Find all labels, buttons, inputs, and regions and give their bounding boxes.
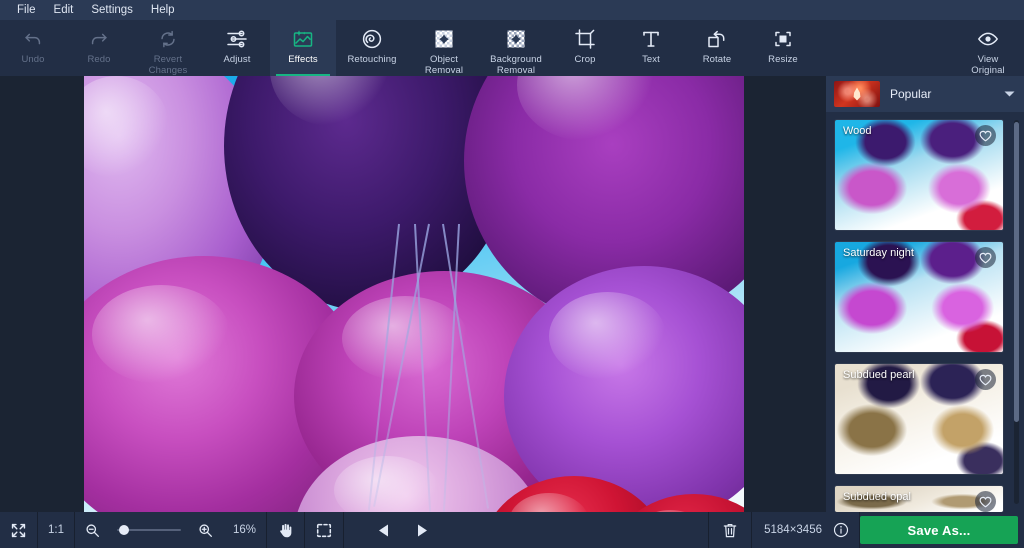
- tool-retouching[interactable]: Retouching: [336, 20, 408, 76]
- marquee-select-icon: [315, 521, 333, 539]
- preset-label: Wood: [843, 125, 872, 137]
- rotate-icon: [705, 26, 729, 52]
- zoom-out-button[interactable]: [75, 512, 110, 548]
- preset-label: Subdued pearl: [843, 369, 915, 381]
- effects-preset-list[interactable]: Wood Saturday night Subdued pearl Subdue…: [826, 112, 1024, 512]
- tool-adjust[interactable]: Adjust: [204, 20, 270, 76]
- hand-pan-icon: [277, 522, 294, 539]
- menu-help[interactable]: Help: [142, 0, 184, 20]
- revert-circular-arrows-icon: [157, 26, 179, 52]
- image-dimensions-label: 5184×3456: [764, 524, 822, 536]
- tool-adjust-label: Adjust: [223, 54, 251, 65]
- trash-icon: [722, 522, 738, 539]
- preset-card[interactable]: Subdued pearl: [835, 364, 1003, 474]
- revert-changes-button[interactable]: Revert Changes: [132, 20, 204, 76]
- menu-file[interactable]: File: [8, 0, 45, 20]
- revert-changes-label: Revert Changes: [148, 54, 188, 76]
- view-original-label: View Original: [971, 54, 1005, 76]
- retouching-face-icon: [360, 26, 384, 52]
- tool-background-removal-label: Background Removal: [490, 54, 542, 76]
- text-t-icon: [639, 26, 663, 52]
- edited-photo[interactable]: [84, 76, 744, 512]
- next-triangle-icon: [417, 524, 428, 537]
- tool-background-removal[interactable]: Background Removal: [480, 20, 552, 76]
- preset-card[interactable]: Subdued opal: [835, 486, 1003, 512]
- tool-retouching-label: Retouching: [347, 54, 397, 65]
- effects-panel: Popular Wood Saturday night Subdued pear…: [826, 76, 1024, 512]
- effects-panel-scrollbar[interactable]: [1014, 120, 1019, 504]
- status-bar: 1:1 16% 5184×3456 Save As...: [0, 512, 1024, 548]
- zoom-in-icon: [198, 523, 213, 538]
- flame-thumbnail: [834, 81, 880, 107]
- redo-button[interactable]: Redo: [66, 20, 132, 76]
- effects-category-selector[interactable]: Popular: [826, 76, 1024, 112]
- heart-outline-icon[interactable]: [975, 125, 996, 146]
- zoom-slider-handle[interactable]: [119, 525, 129, 535]
- tool-text[interactable]: Text: [618, 20, 684, 76]
- zoom-out-icon: [85, 523, 100, 538]
- background-removal-icon: [504, 26, 528, 52]
- previous-image-button[interactable]: [344, 512, 403, 548]
- tool-object-removal-label: Object Removal: [424, 54, 464, 76]
- info-circle-icon: [833, 522, 849, 538]
- view-original-button[interactable]: View Original: [952, 20, 1024, 76]
- heart-outline-icon[interactable]: [975, 491, 996, 512]
- heart-outline-icon[interactable]: [975, 247, 996, 268]
- save-as-button[interactable]: Save As...: [860, 516, 1018, 544]
- tool-crop[interactable]: Crop: [552, 20, 618, 76]
- previous-triangle-icon: [378, 524, 389, 537]
- next-image-button[interactable]: [403, 512, 442, 548]
- preset-card[interactable]: Wood: [835, 120, 1003, 230]
- zoom-slider[interactable]: [117, 525, 181, 535]
- menu-edit[interactable]: Edit: [45, 0, 83, 20]
- image-info-button[interactable]: [830, 512, 859, 548]
- image-editor-window: File Edit Settings Help Undo Redo Revert…: [0, 0, 1024, 548]
- scrollbar-thumb[interactable]: [1014, 122, 1019, 422]
- tool-crop-label: Crop: [574, 54, 596, 65]
- preset-card[interactable]: Saturday night: [835, 242, 1003, 352]
- tool-effects-label: Effects: [288, 54, 318, 65]
- undo-arrow-icon: [22, 26, 44, 52]
- redo-arrow-icon: [88, 26, 110, 52]
- redo-label: Redo: [87, 54, 111, 65]
- balloon-strings: [367, 224, 533, 512]
- tool-rotate[interactable]: Rotate: [684, 20, 750, 76]
- tool-resize-label: Resize: [768, 54, 798, 65]
- effects-category-label: Popular: [890, 87, 932, 101]
- fit-to-screen-button[interactable]: [0, 512, 37, 548]
- menu-bar: File Edit Settings Help: [0, 0, 1024, 20]
- actual-size-button[interactable]: 1:1: [38, 512, 74, 548]
- tool-effects[interactable]: Effects: [270, 20, 336, 76]
- fit-to-screen-icon: [10, 522, 27, 539]
- eye-icon: [976, 26, 1000, 52]
- zoom-in-button[interactable]: [188, 512, 223, 548]
- hand-tool-button[interactable]: [267, 512, 304, 548]
- marquee-select-button[interactable]: [305, 512, 343, 548]
- effects-photo-sparkle-icon: [290, 26, 316, 52]
- tool-text-label: Text: [642, 54, 660, 65]
- menu-settings[interactable]: Settings: [82, 0, 142, 20]
- heart-outline-icon[interactable]: [975, 369, 996, 390]
- image-dimensions: 5184×3456: [752, 512, 830, 548]
- zoom-level: 16%: [223, 512, 266, 548]
- main-toolbar: Undo Redo Revert Changes Adjust Effects …: [0, 20, 1024, 76]
- delete-image-button[interactable]: [709, 512, 751, 548]
- undo-label: Undo: [21, 54, 45, 65]
- object-removal-icon: [432, 26, 456, 52]
- resize-icon: [771, 26, 795, 52]
- zoom-level-label: 16%: [233, 524, 257, 536]
- canvas-area[interactable]: [0, 76, 826, 512]
- tool-resize[interactable]: Resize: [750, 20, 816, 76]
- actual-size-label: 1:1: [48, 524, 64, 536]
- sliders-icon: [225, 26, 249, 52]
- crop-icon: [573, 26, 597, 52]
- tool-object-removal[interactable]: Object Removal: [408, 20, 480, 76]
- preset-label: Saturday night: [843, 247, 914, 259]
- preset-label: Subdued opal: [843, 491, 911, 503]
- tool-rotate-label: Rotate: [702, 54, 732, 65]
- undo-button[interactable]: Undo: [0, 20, 66, 76]
- chevron-down-icon[interactable]: [1002, 90, 1016, 98]
